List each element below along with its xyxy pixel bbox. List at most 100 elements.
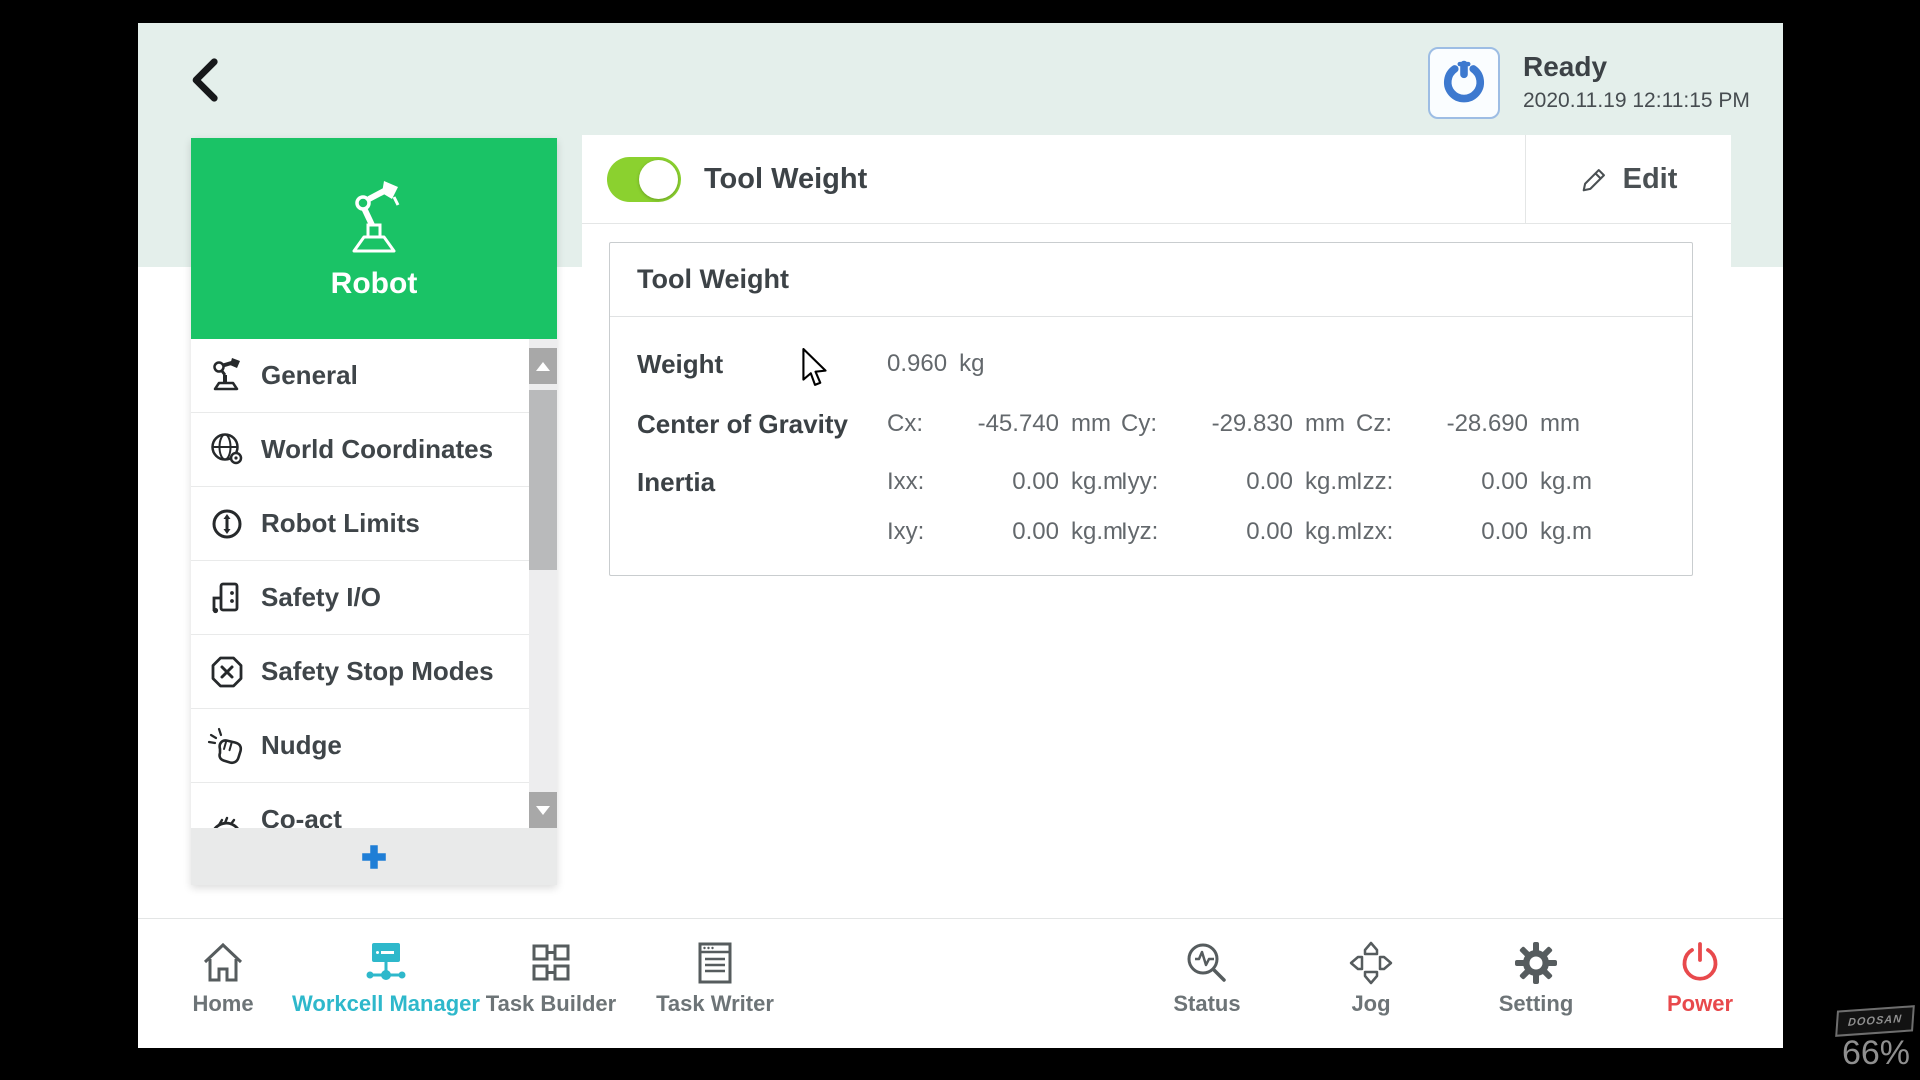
progress-percent: 66% [1836, 1034, 1916, 1073]
sidebar-item-nudge[interactable]: Nudge [191, 709, 557, 783]
nav-label: Power [1590, 991, 1783, 1017]
robot-arm-small-icon [207, 356, 247, 396]
izz-value: 0.00 [1418, 468, 1528, 496]
inertia-iyz: Iyz: 0.00 kg.m [1121, 510, 1357, 554]
up-triangle-icon [536, 362, 550, 371]
status-timestamp: 2020.11.19 12:11:15 PM [1523, 89, 1750, 113]
sidebar-item-label: Robot Limits [261, 508, 420, 539]
inertia-ixx: Ixx: 0.00 kg.m [887, 460, 1123, 504]
weight-value: 0.960 kg [887, 342, 984, 386]
sidebar-item-world-coordinates[interactable]: World Coordinates [191, 413, 557, 487]
nudge-hand-icon [207, 726, 247, 766]
io-panel-icon [207, 578, 247, 618]
status-text: Ready [1523, 51, 1607, 83]
iyy-key: Iyy: [1121, 468, 1183, 496]
weight-number: 0.960 [887, 350, 947, 378]
brand-text: DOOSAN [1848, 1013, 1903, 1029]
stop-octagon-icon [207, 652, 247, 692]
inertia-iyy: Iyy: 0.00 kg.m [1121, 460, 1357, 504]
iyy-value: 0.00 [1183, 468, 1293, 496]
task-writer-icon [605, 939, 825, 987]
cog-cx-value: -45.740 [949, 410, 1059, 438]
sidebar-item-safety-stop-modes[interactable]: Safety Stop Modes [191, 635, 557, 709]
globe-icon [207, 430, 247, 470]
pencil-icon [1579, 163, 1611, 195]
inertia-label: Inertia [637, 460, 715, 504]
sidebar-item-robot-limits[interactable]: Robot Limits [191, 487, 557, 561]
cog-cz: Cz: -28.690 mm [1356, 402, 1580, 446]
nav-label: Task Writer [605, 991, 825, 1017]
back-button[interactable] [184, 55, 236, 107]
scroll-down-button[interactable] [529, 792, 557, 828]
sidebar-item-label: World Coordinates [261, 434, 493, 465]
weight-unit: kg [959, 350, 984, 378]
sidebar-item-safety-io[interactable]: Safety I/O [191, 561, 557, 635]
cog-cx: Cx: -45.740 mm [887, 402, 1111, 446]
edit-label: Edit [1623, 163, 1678, 196]
izx-value: 0.00 [1418, 518, 1528, 546]
back-chevron-icon [184, 55, 236, 105]
panel-header: Tool Weight Edit [582, 135, 1731, 224]
cog-cx-key: Cx: [887, 410, 949, 438]
iyz-unit: kg.m [1305, 518, 1357, 546]
add-item-button[interactable] [191, 828, 557, 885]
izz-key: Izz: [1356, 468, 1418, 496]
ixy-key: Ixy: [887, 518, 949, 546]
iyz-key: Iyz: [1121, 518, 1183, 546]
card-title: Tool Weight [637, 243, 789, 316]
cog-cy-unit: mm [1305, 410, 1345, 438]
sidebar-item-general[interactable]: General [191, 339, 557, 413]
section-title: Tool Weight [704, 135, 867, 224]
robot-status-button[interactable] [1428, 47, 1500, 119]
edit-button[interactable]: Edit [1525, 135, 1731, 223]
iyz-value: 0.00 [1183, 518, 1293, 546]
cog-row: Center of Gravity Cx: -45.740 mm Cy: -29… [610, 402, 1692, 446]
nav-power[interactable]: Power [1590, 919, 1783, 1048]
co-act-icon [207, 800, 247, 829]
cog-cz-unit: mm [1540, 410, 1580, 438]
inertia-row-1: Inertia Ixx: 0.00 kg.m Iyy: 0.00 kg.m Iz… [610, 460, 1692, 504]
sidebar-item-co-act[interactable]: Co-act [191, 783, 557, 828]
sidebar-item-label: Safety I/O [261, 582, 381, 613]
robot-arm-icon [332, 177, 416, 257]
iyy-unit: kg.m [1305, 468, 1357, 496]
tool-weight-toggle[interactable] [607, 157, 681, 202]
tool-weight-panel: Tool Weight Edit Tool Weight Weight 0.96… [582, 135, 1731, 918]
cog-label: Center of Gravity [637, 402, 848, 446]
down-triangle-icon [536, 806, 550, 815]
sidebar-menu: General World Coordinates [191, 339, 557, 828]
sidebar-item-label: Co-act [261, 804, 342, 828]
izx-key: Izx: [1356, 518, 1418, 546]
ixx-key: Ixx: [887, 468, 949, 496]
cog-cy-key: Cy: [1121, 410, 1183, 438]
limits-icon [207, 504, 247, 544]
workcell-sidebar: Robot General [191, 138, 557, 885]
plus-icon [359, 842, 389, 872]
toggle-knob [639, 160, 678, 199]
scroll-up-button[interactable] [529, 348, 557, 384]
robot-gripper-icon [1438, 57, 1490, 109]
card-divider [610, 316, 1692, 317]
ixx-value: 0.00 [949, 468, 1059, 496]
inertia-izx: Izx: 0.00 kg.m [1356, 510, 1592, 554]
brand-watermark: DOOSAN [1835, 1005, 1915, 1037]
tool-weight-card: Tool Weight Weight 0.960 kg Center of Gr… [609, 242, 1693, 576]
category-label: Robot [331, 267, 418, 301]
weight-label: Weight [637, 342, 723, 386]
izx-unit: kg.m [1540, 518, 1592, 546]
category-tile-robot[interactable]: Robot [191, 138, 557, 339]
ixy-unit: kg.m [1071, 518, 1123, 546]
inertia-row-2: Ixy: 0.00 kg.m Iyz: 0.00 kg.m Izx: 0.00 … [610, 510, 1692, 554]
cog-cz-value: -28.690 [1418, 410, 1528, 438]
cog-cy: Cy: -29.830 mm [1121, 402, 1345, 446]
sidebar-item-label: General [261, 360, 358, 391]
power-icon [1590, 939, 1783, 987]
sidebar-item-label: Nudge [261, 730, 342, 761]
ixy-value: 0.00 [949, 518, 1059, 546]
sidebar-scrollbar-thumb[interactable] [529, 390, 557, 570]
inertia-izz: Izz: 0.00 kg.m [1356, 460, 1592, 504]
cog-cy-value: -29.830 [1183, 410, 1293, 438]
nav-task-writer[interactable]: Task Writer [605, 919, 825, 1048]
app-window: Ready 2020.11.19 12:11:15 PM Robot [138, 23, 1783, 1048]
cog-cz-key: Cz: [1356, 410, 1418, 438]
